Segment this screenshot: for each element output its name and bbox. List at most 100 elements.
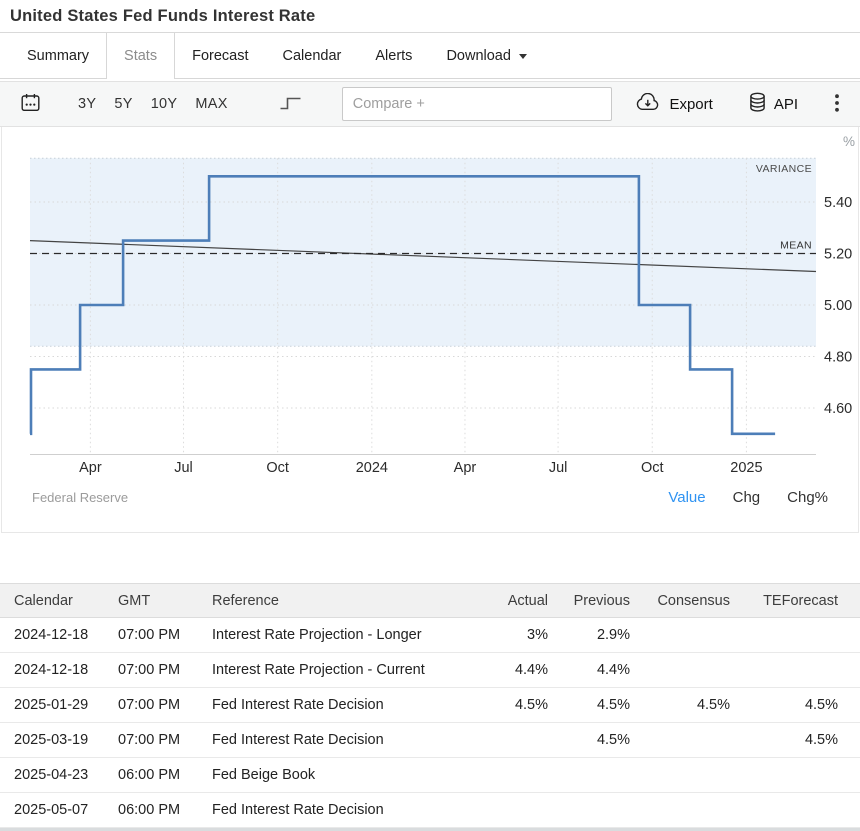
- tab-label: Summary: [27, 48, 89, 64]
- toolbar-right-group: Export API: [635, 92, 840, 116]
- range-button-10y[interactable]: 10Y: [142, 90, 187, 118]
- tab-stats[interactable]: Stats: [106, 33, 175, 79]
- x-axis-tick-label: Oct: [641, 460, 664, 476]
- tab-label: Calendar: [283, 48, 342, 64]
- chart-type-button[interactable]: [279, 95, 302, 113]
- cell-actual: 4.4%: [488, 653, 548, 688]
- cell-actual: 4.5%: [488, 688, 548, 723]
- tab-summary[interactable]: Summary: [10, 33, 106, 78]
- data-source-label: Federal Reserve: [32, 490, 128, 505]
- x-axis-tick-label: 2024: [356, 460, 388, 476]
- range-button-max[interactable]: MAX: [186, 90, 236, 118]
- cell-reference: Fed Interest Rate Decision: [198, 793, 488, 828]
- table-header-row: CalendarGMTReferenceActualPreviousConsen…: [0, 584, 860, 618]
- y-axis-tick-label: 5.00: [824, 298, 852, 314]
- page-title: United States Fed Funds Interest Rate: [10, 7, 860, 26]
- cell-actual: [488, 758, 548, 793]
- tab-bar: Summary Stats Forecast Calendar Alerts Downlo…: [0, 33, 860, 79]
- tab-forecast[interactable]: Forecast: [175, 33, 265, 78]
- chart-mode-links: Value Chg Chg%: [668, 489, 828, 506]
- database-icon: [749, 92, 766, 116]
- range-button-5y[interactable]: 5Y: [105, 90, 141, 118]
- calendar-table: CalendarGMTReferenceActualPreviousConsen…: [0, 583, 860, 828]
- table-row[interactable]: 2025-05-0706:00 PMFed Interest Rate Deci…: [0, 793, 860, 828]
- kebab-menu-icon: [834, 93, 840, 116]
- x-axis-tick-label: Apr: [454, 460, 477, 476]
- cell-consensus: [630, 653, 730, 688]
- column-header-actual[interactable]: Actual: [488, 584, 548, 618]
- y-axis-tick-label: 4.80: [824, 350, 852, 366]
- cloud-download-icon: [635, 93, 661, 115]
- chart-mode-chg[interactable]: Chg: [733, 489, 761, 506]
- cell-actual: 3%: [488, 618, 548, 653]
- cell-gmt: 07:00 PM: [104, 618, 198, 653]
- chart-mode-value[interactable]: Value: [668, 489, 705, 506]
- table-row[interactable]: 2025-03-1907:00 PMFed Interest Rate Deci…: [0, 723, 860, 758]
- cell-previous: 4.5%: [548, 723, 630, 758]
- column-header-gmt[interactable]: GMT: [104, 584, 198, 618]
- more-options-button[interactable]: [834, 93, 840, 116]
- tab-alerts[interactable]: Alerts: [358, 33, 429, 78]
- column-header-reference[interactable]: Reference: [198, 584, 488, 618]
- cell-actual: [488, 723, 548, 758]
- cell-gmt: 06:00 PM: [104, 793, 198, 828]
- cell-reference: Fed Interest Rate Decision: [198, 723, 488, 758]
- column-header-teforecast[interactable]: TEForecast: [730, 584, 860, 618]
- cell-calendar: 2025-01-29: [0, 688, 104, 723]
- column-header-consensus[interactable]: Consensus: [630, 584, 730, 618]
- cell-teforecast: 4.5%: [730, 723, 860, 758]
- cell-consensus: 4.5%: [630, 688, 730, 723]
- cell-reference: Interest Rate Projection - Current: [198, 653, 488, 688]
- cell-reference: Interest Rate Projection - Longer: [198, 618, 488, 653]
- cell-teforecast: [730, 758, 860, 793]
- chart-mode-chgpct[interactable]: Chg%: [787, 489, 828, 506]
- cell-teforecast: [730, 653, 860, 688]
- range-buttons: 3Y5Y10YMAX: [69, 90, 237, 118]
- cell-reference: Fed Beige Book: [198, 758, 488, 793]
- fed-funds-rate-chart[interactable]: 4.604.805.005.205.40AprJulOct2024AprJulO…: [2, 127, 860, 479]
- y-axis-tick-label: 5.20: [824, 247, 852, 263]
- column-header-previous[interactable]: Previous: [548, 584, 630, 618]
- cell-previous: [548, 793, 630, 828]
- table-row[interactable]: 2025-04-2306:00 PMFed Beige Book: [0, 758, 860, 793]
- export-button[interactable]: Export: [635, 93, 712, 115]
- cell-calendar: 2025-05-07: [0, 793, 104, 828]
- cell-teforecast: [730, 618, 860, 653]
- cell-gmt: 07:00 PM: [104, 653, 198, 688]
- cell-teforecast: 4.5%: [730, 688, 860, 723]
- mean-label: MEAN: [780, 240, 812, 252]
- cell-consensus: [630, 758, 730, 793]
- cell-gmt: 06:00 PM: [104, 758, 198, 793]
- x-axis-tick-label: 2025: [730, 460, 762, 476]
- step-line-icon: [279, 95, 302, 113]
- table-row[interactable]: 2024-12-1807:00 PMInterest Rate Projecti…: [0, 618, 860, 653]
- cell-gmt: 07:00 PM: [104, 688, 198, 723]
- y-axis-unit-label: %: [843, 134, 855, 149]
- cell-consensus: [630, 793, 730, 828]
- api-button[interactable]: API: [749, 92, 798, 116]
- tab-label: Forecast: [192, 48, 248, 64]
- column-header-calendar[interactable]: Calendar: [0, 584, 104, 618]
- cell-calendar: 2025-03-19: [0, 723, 104, 758]
- table-row[interactable]: 2025-01-2907:00 PMFed Interest Rate Deci…: [0, 688, 860, 723]
- cell-calendar: 2024-12-18: [0, 618, 104, 653]
- x-axis-tick-label: Jul: [174, 460, 193, 476]
- cell-reference: Fed Interest Rate Decision: [198, 688, 488, 723]
- range-button-3y[interactable]: 3Y: [69, 90, 105, 118]
- tab-download[interactable]: Download: [429, 33, 544, 78]
- tab-label: Download: [446, 48, 511, 64]
- cell-previous: 4.4%: [548, 653, 630, 688]
- title-bar: United States Fed Funds Interest Rate: [0, 0, 860, 33]
- cell-calendar: 2025-04-23: [0, 758, 104, 793]
- api-label: API: [774, 96, 798, 113]
- cell-calendar: 2024-12-18: [0, 653, 104, 688]
- x-axis-tick-label: Apr: [79, 460, 102, 476]
- table-row[interactable]: 2024-12-1807:00 PMInterest Rate Projecti…: [0, 653, 860, 688]
- compare-input[interactable]: [342, 87, 612, 121]
- calendar-icon: [20, 92, 41, 116]
- date-range-picker-button[interactable]: [20, 92, 41, 116]
- tab-calendar[interactable]: Calendar: [266, 33, 359, 78]
- x-axis-tick-label: Oct: [266, 460, 289, 476]
- cell-consensus: [630, 723, 730, 758]
- cell-actual: [488, 793, 548, 828]
